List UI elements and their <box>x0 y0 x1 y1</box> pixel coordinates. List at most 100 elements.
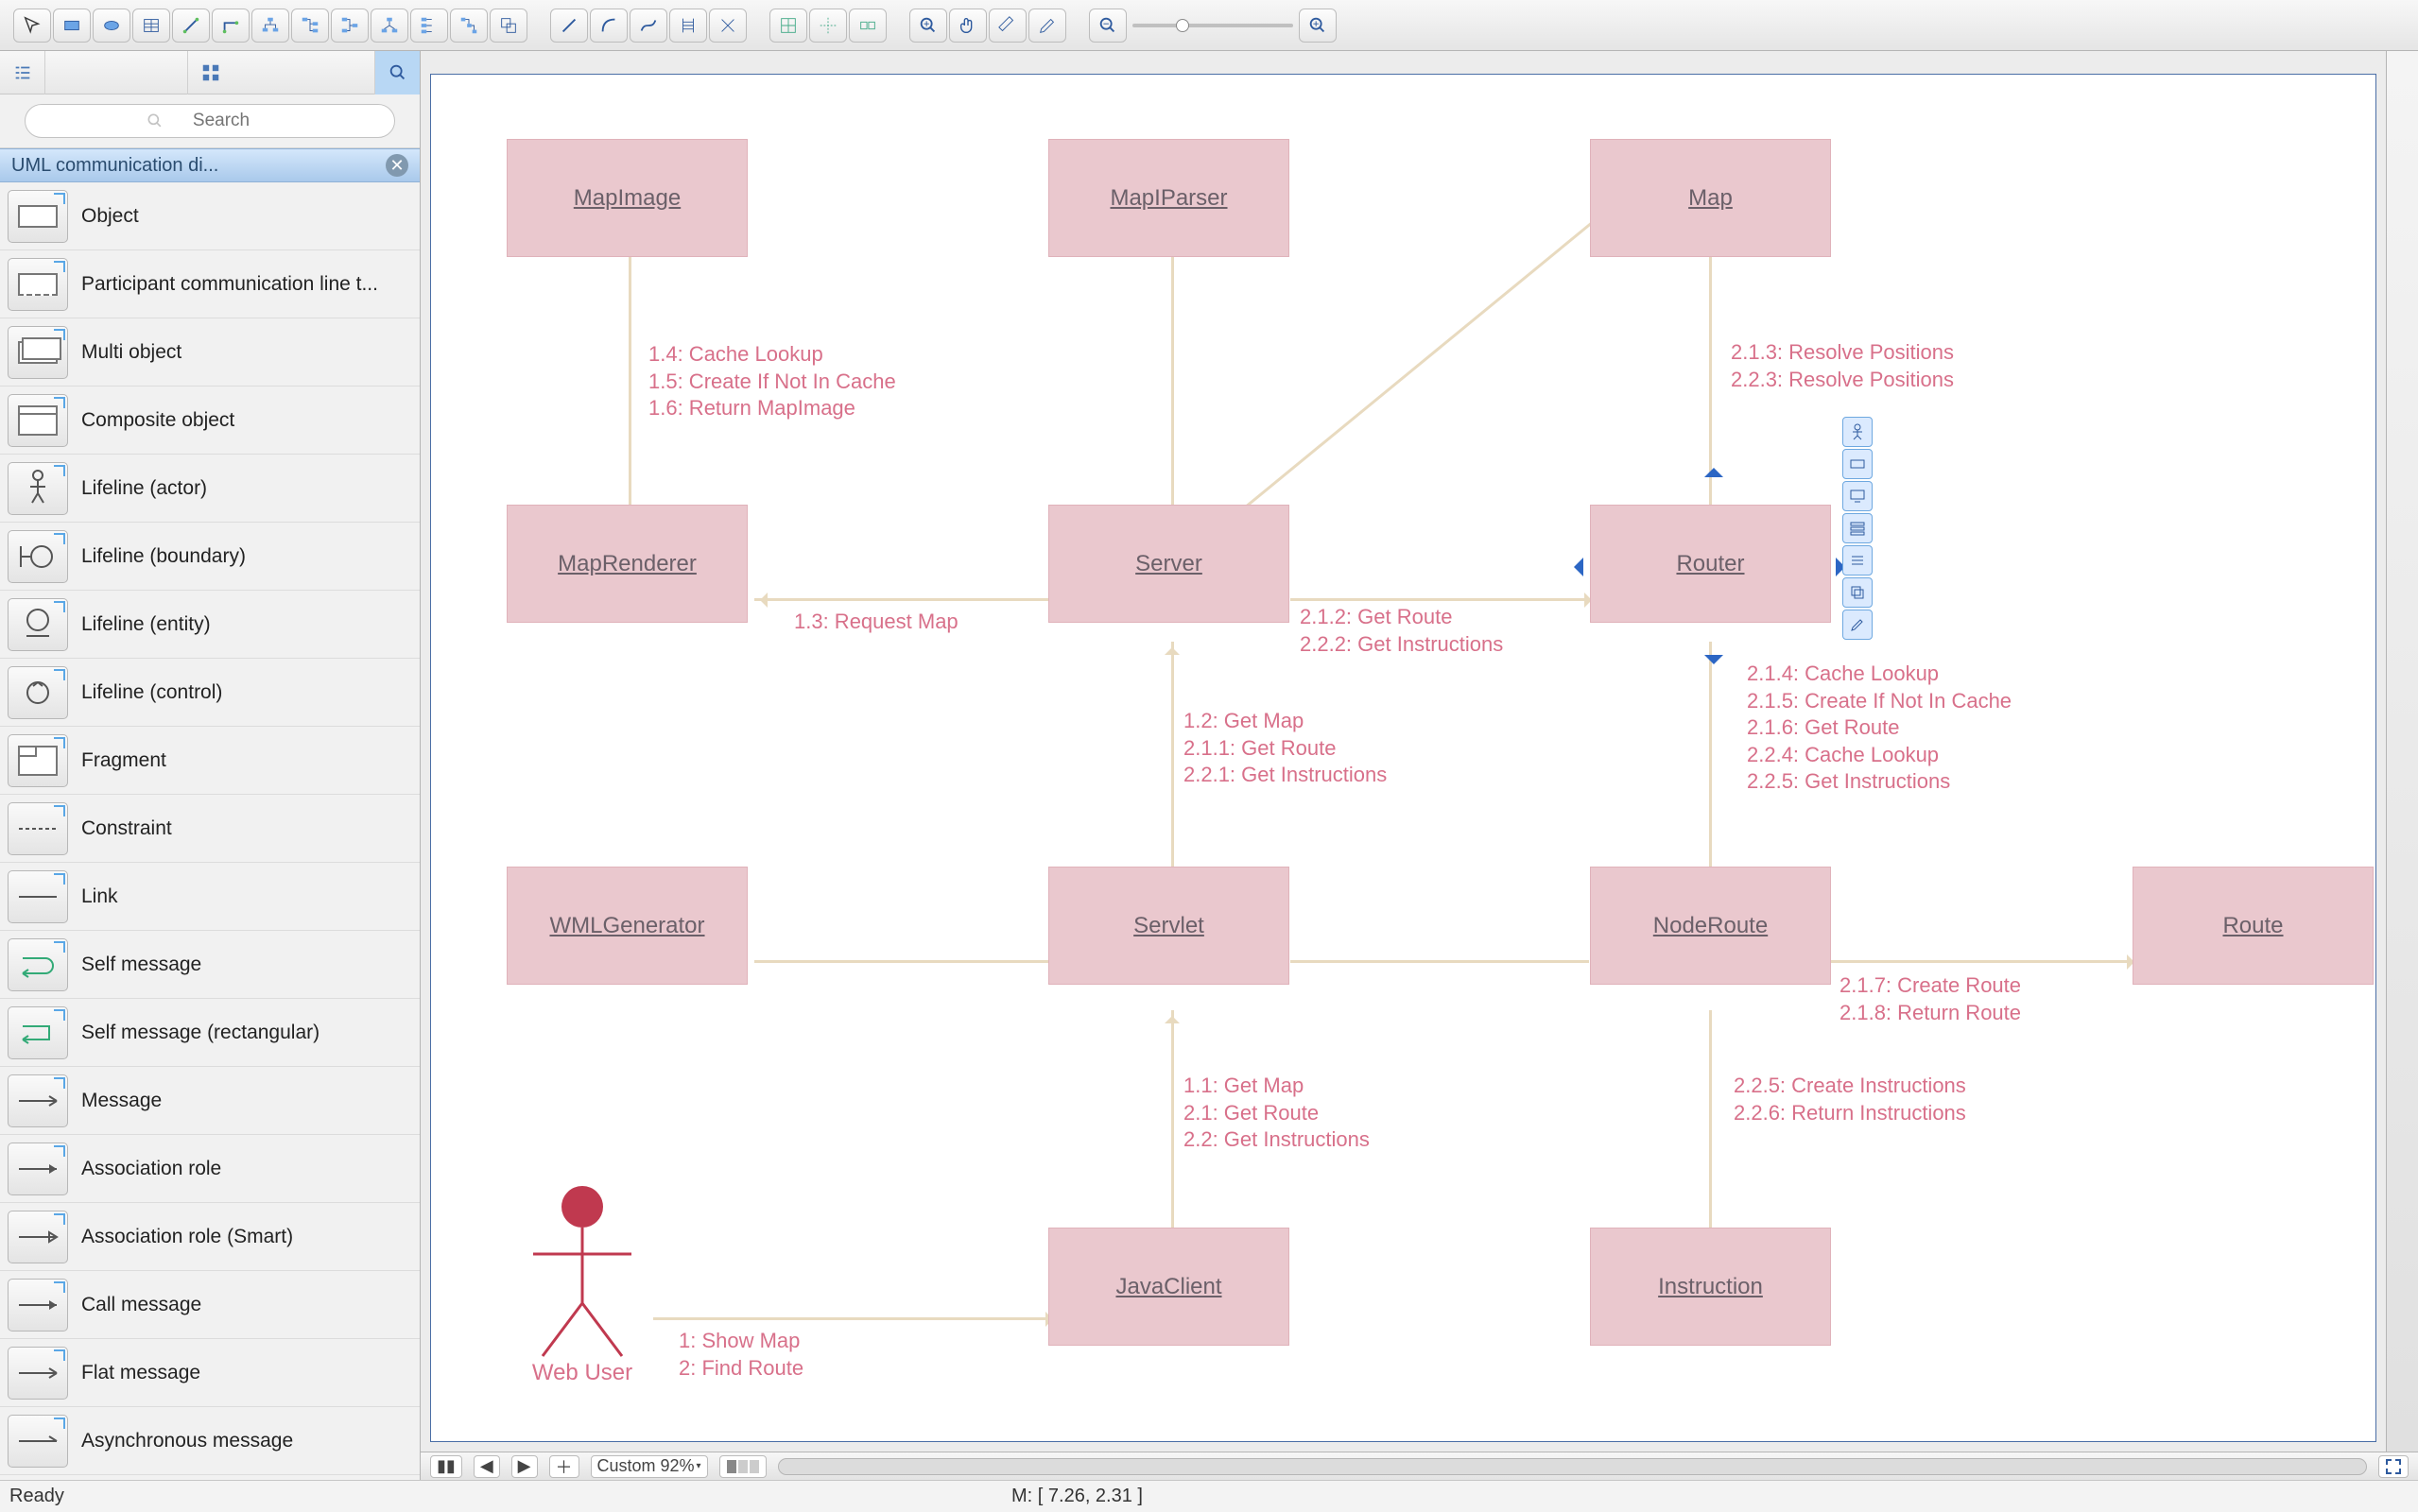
library-sidebar: UML communication di... ✕ Object Partici… <box>0 51 421 1480</box>
sidebar-tab-tree-icon[interactable] <box>0 51 45 94</box>
stencil-assoc-role-smart[interactable]: Association role (Smart) <box>0 1203 420 1271</box>
line-arc-button[interactable] <box>590 9 628 43</box>
line-straight-button[interactable] <box>550 9 588 43</box>
tree5-button[interactable] <box>410 9 448 43</box>
ungroup-button[interactable] <box>490 9 527 43</box>
msg-actor: 1: Show Map 2: Find Route <box>679 1328 803 1382</box>
zoom-out-icon[interactable] <box>1089 9 1127 43</box>
node-map[interactable]: Map <box>1590 139 1831 257</box>
node-mapimage[interactable]: MapImage <box>507 139 748 257</box>
node-mapiparser[interactable]: MapIParser <box>1048 139 1289 257</box>
zoom-track[interactable] <box>1132 24 1293 27</box>
handle-actor-icon[interactable] <box>1842 417 1873 447</box>
handle-rect-icon[interactable] <box>1842 449 1873 479</box>
handle-screen-icon[interactable] <box>1842 481 1873 511</box>
tree2-button[interactable] <box>291 9 329 43</box>
handle-clone-icon[interactable] <box>1842 577 1873 608</box>
msg-map: 2.1.3: Resolve Positions 2.2.3: Resolve … <box>1731 339 1954 393</box>
line-ladder-button[interactable] <box>669 9 707 43</box>
handle-list-icon[interactable] <box>1842 545 1873 576</box>
pointer-button[interactable] <box>13 9 51 43</box>
page-add-button[interactable]: ＋ <box>549 1455 579 1478</box>
stencil-multi-object[interactable]: Multi object <box>0 318 420 387</box>
library-section-header[interactable]: UML communication di... ✕ <box>0 148 420 182</box>
node-javaclient[interactable]: JavaClient <box>1048 1228 1289 1346</box>
stencil-assoc-role[interactable]: Association role <box>0 1135 420 1203</box>
vertical-scrollbar[interactable] <box>2386 51 2418 1452</box>
tree6-button[interactable] <box>450 9 488 43</box>
msg-mapimage: 1.4: Cache Lookup 1.5: Create If Not In … <box>648 341 896 422</box>
pan-button[interactable] <box>949 9 987 43</box>
rect-tool-button[interactable] <box>53 9 91 43</box>
node-router[interactable]: Router <box>1590 505 1831 623</box>
pause-button[interactable]: ▮▮ <box>430 1455 462 1478</box>
stencil-lifeline-control[interactable]: Lifeline (control) <box>0 659 420 727</box>
horizontal-scrollbar[interactable] <box>778 1458 2367 1475</box>
table-tool-button[interactable] <box>132 9 170 43</box>
stencil-link[interactable]: Link <box>0 863 420 931</box>
stencil-participant[interactable]: Participant communication line t... <box>0 250 420 318</box>
library-section-title: UML communication di... <box>11 155 218 177</box>
actor-web-user[interactable]: Web User <box>526 1180 639 1386</box>
stencil-fragment[interactable]: Fragment <box>0 727 420 795</box>
stencil-composite-object[interactable]: Composite object <box>0 387 420 455</box>
ellipse-tool-button[interactable] <box>93 9 130 43</box>
snap-guides-button[interactable] <box>809 9 847 43</box>
snap-grid-button[interactable] <box>769 9 807 43</box>
handle-edit-icon[interactable] <box>1842 610 1873 640</box>
tree1-button[interactable] <box>251 9 289 43</box>
actor-label: Web User <box>532 1360 632 1386</box>
sidebar-tab-search-icon[interactable] <box>374 51 420 94</box>
stencil-self-message[interactable]: Self message <box>0 931 420 999</box>
stencil-constraint[interactable]: Constraint <box>0 795 420 863</box>
highlight-button[interactable] <box>989 9 1027 43</box>
status-coordinates: M: [ 7.26, 2.31 ] <box>1011 1486 1143 1507</box>
node-wmlgenerator[interactable]: WMLGenerator <box>507 867 748 985</box>
node-maprenderer[interactable]: MapRenderer <box>507 505 748 623</box>
stencil-async-message[interactable]: Asynchronous message <box>0 1407 420 1475</box>
node-servlet[interactable]: Servlet <box>1048 867 1289 985</box>
page-prev-button[interactable]: ◀ <box>474 1455 500 1478</box>
library-search-input[interactable] <box>25 104 395 138</box>
pencil-button[interactable] <box>1028 9 1066 43</box>
router-smart-handles[interactable] <box>1842 417 1873 640</box>
connector1-button[interactable] <box>172 9 210 43</box>
status-bar: Ready M: [ 7.26, 2.31 ] <box>0 1480 2418 1512</box>
view-layout-toggle[interactable] <box>719 1455 767 1478</box>
node-server[interactable]: Server <box>1048 505 1289 623</box>
fit-to-window-button[interactable] <box>2378 1455 2409 1478</box>
stencil-message[interactable]: Message <box>0 1067 420 1135</box>
stencil-lifeline-boundary[interactable]: Lifeline (boundary) <box>0 523 420 591</box>
stencil-lifeline-entity[interactable]: Lifeline (entity) <box>0 591 420 659</box>
connector2-button[interactable] <box>212 9 250 43</box>
node-instruction[interactable]: Instruction <box>1590 1228 1831 1346</box>
zoom-in-button[interactable] <box>909 9 947 43</box>
page-next-button[interactable]: ▶ <box>511 1455 538 1478</box>
zoom-slider[interactable] <box>1089 9 1337 43</box>
node-noderoute[interactable]: NodeRoute <box>1590 867 1831 985</box>
snap-objects-button[interactable] <box>849 9 887 43</box>
stencil-call-message[interactable]: Call message <box>0 1271 420 1339</box>
msg-router: 2.1.4: Cache Lookup 2.1.5: Create If Not… <box>1747 661 2012 796</box>
diagram-canvas[interactable]: MapImage MapIParser Map MapRenderer Serv… <box>430 74 2376 1442</box>
msg-reqmap: 1.3: Request Map <box>794 609 959 636</box>
line-cross-button[interactable] <box>709 9 747 43</box>
close-section-icon[interactable]: ✕ <box>386 154 408 177</box>
handle-stack-icon[interactable] <box>1842 513 1873 543</box>
stencil-object[interactable]: Object <box>0 182 420 250</box>
canvas-area: MapImage MapIParser Map MapRenderer Serv… <box>421 51 2386 1452</box>
status-ready: Ready <box>9 1486 64 1507</box>
tree3-button[interactable] <box>331 9 369 43</box>
zoom-thumb[interactable] <box>1176 19 1189 32</box>
zoom-level-dropdown[interactable]: Custom 92% ▾ <box>591 1455 708 1478</box>
sidebar-tab-grid-icon[interactable] <box>187 51 233 94</box>
tree4-button[interactable] <box>371 9 408 43</box>
stencil-self-message-rect[interactable]: Self message (rectangular) <box>0 999 420 1067</box>
main-toolbar <box>0 0 2418 51</box>
msg-instruction: 2.2.5: Create Instructions 2.2.6: Return… <box>1734 1073 1966 1126</box>
stencil-flat-message[interactable]: Flat message <box>0 1339 420 1407</box>
zoom-in-icon[interactable] <box>1299 9 1337 43</box>
stencil-lifeline-actor[interactable]: Lifeline (actor) <box>0 455 420 523</box>
node-route[interactable]: Route <box>2133 867 2374 985</box>
line-spline-button[interactable] <box>630 9 667 43</box>
